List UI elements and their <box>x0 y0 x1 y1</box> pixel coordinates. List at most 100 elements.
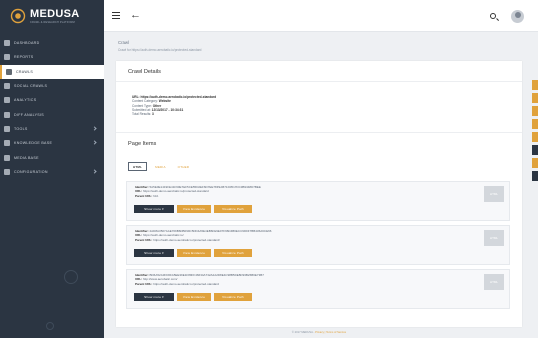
crawl-panel: Crawl Details URL: https://auth-demo.aer… <box>116 61 522 327</box>
sidebar-item-label: CONFIGURATION <box>14 169 48 174</box>
url-label: URL: <box>135 233 143 238</box>
submitted-at: 12/13/2017 - 10:34:31 <box>151 107 184 112</box>
page-title: Crawl <box>118 40 129 45</box>
divider <box>116 81 522 82</box>
footer: © 2017 MEDUSA - Privacy | Terms of Servi… <box>116 331 522 334</box>
item-filters: HTML MEDIA OTHER <box>128 162 194 171</box>
decorative-ring <box>64 270 78 284</box>
identifier-label: Identifier: <box>135 273 149 277</box>
sidebar-item-label: MEDIA BASE <box>14 155 39 160</box>
footer-copyright: © 2017 MEDUSA - <box>291 331 316 334</box>
url-label: URL: <box>135 189 143 194</box>
brand-name: MEDUSA <box>30 7 80 20</box>
sidebar-item-label: DASHBOARD <box>14 41 40 46</box>
view-evidence-button[interactable]: View Evidence <box>177 205 211 213</box>
rail-widget[interactable] <box>532 106 538 116</box>
menu-toggle-icon[interactable] <box>112 12 120 19</box>
sidebar-item-label: SOCIAL CRAWLS <box>14 84 48 89</box>
footer-link[interactable]: Privacy | Terms of Service <box>315 331 346 334</box>
sidebar-item-configuration[interactable]: CONFIGURATION <box>0 165 104 179</box>
rail-widget[interactable] <box>532 132 538 142</box>
item-actions: Show more ▾ View Evidence Visualize Path <box>134 293 252 301</box>
item-parent-url: N/A <box>153 193 159 198</box>
rail-widget[interactable] <box>532 158 538 168</box>
sidebar: MEDUSA CRAWL & RESEARCH PLATFORM DASHBOA… <box>0 0 104 338</box>
visualize-path-button[interactable]: Visualize Path <box>214 293 252 301</box>
total-label: Total Results: <box>132 112 152 117</box>
filter-media[interactable]: MEDIA <box>151 162 170 171</box>
sidebar-item-diff-analysis[interactable]: DIFF ANALYSIS <box>0 107 104 121</box>
item-url: https://auth-demo.aerobatic.io/ <box>143 233 184 238</box>
wrench-icon <box>4 125 10 132</box>
sidebar-item-label: CRAWLS <box>16 69 34 74</box>
item-identifier: 5A5E0E1419FE41F60E7EF5CE55D2EF6D7EE78F9A… <box>149 185 261 189</box>
sidebar-menu: DASHBOARD REPORTS CRAWLS SOCIAL CRAWLS A… <box>0 36 104 179</box>
item-parent-url: https://auth-demo.aerobatic.io/protected… <box>153 281 219 286</box>
item-thumbnail[interactable]: HTML <box>484 230 504 246</box>
rail-widget[interactable] <box>532 171 538 181</box>
crawl-details: URL: https://auth-demo.aerobatic.io/prot… <box>132 95 216 116</box>
view-evidence-button[interactable]: View Evidence <box>177 249 211 257</box>
crawl-details-heading: Crawl Details <box>128 69 161 75</box>
book-icon <box>4 140 10 147</box>
sidebar-item-crawls[interactable]: CRAWLS <box>0 64 104 79</box>
item-identifier: 2AD8A3507AAE709B6DB099C5DD4A5E4EB6FE9E07… <box>149 229 272 233</box>
brand-tagline: CRAWL & RESEARCH PLATFORM <box>30 20 75 24</box>
sidebar-item-media-base[interactable]: MEDIA BASE <box>0 150 104 164</box>
back-arrow-icon[interactable]: ← <box>130 10 141 21</box>
logo[interactable]: MEDUSA CRAWL & RESEARCH PLATFORM <box>0 0 104 32</box>
page-subtitle: Crawl for https://auth-demo.aerobatic.io… <box>118 48 202 52</box>
topbar: ← <box>104 0 538 32</box>
show-more-button[interactable]: Show more ▾ <box>134 293 174 301</box>
item-actions: Show more ▾ View Evidence Visualize Path <box>134 249 252 257</box>
rail-widget[interactable] <box>532 93 538 103</box>
visualize-path-button[interactable]: Visualize Path <box>214 249 252 257</box>
list-item: Identifier: 2AD8A3507AAE709B6DB099C5DD4A… <box>126 225 510 265</box>
list-item: Identifier: 5A5E0E1419FE41F60E7EF5CE55D2… <box>126 181 510 221</box>
sidebar-item-analytics[interactable]: ANALYTICS <box>0 93 104 107</box>
medusa-logo-icon <box>10 8 26 24</box>
list-item: Identifier: BD6A52A3FD6FA5EE39E1F89FF466… <box>126 269 510 309</box>
search-icon <box>4 97 10 104</box>
search-icon[interactable] <box>490 13 496 19</box>
sidebar-item-reports[interactable]: REPORTS <box>0 50 104 64</box>
item-parent-url: https://auth-demo.aerobatic.io/protected… <box>153 237 220 242</box>
view-evidence-button[interactable]: View Evidence <box>177 293 211 301</box>
page-items-heading: Page Items <box>128 141 157 147</box>
chevron-right-icon <box>92 140 97 145</box>
parent-label: Parent URL: <box>135 237 153 242</box>
sidebar-item-dashboard[interactable]: DASHBOARD <box>0 36 104 50</box>
avatar[interactable] <box>511 10 524 23</box>
item-url: https://auth-demo.aerobatic.io/protected… <box>143 189 209 194</box>
identifier-label: Identifier: <box>135 229 149 233</box>
chart-icon <box>4 54 10 61</box>
item-identifier: BD6A52A3FD6FA5EE39E1F89FF46634A732A2A2D8… <box>149 273 264 277</box>
gear-icon <box>4 168 10 175</box>
chevron-right-icon <box>92 169 97 174</box>
sidebar-item-social-crawls[interactable]: SOCIAL CRAWLS <box>0 79 104 93</box>
share-icon <box>4 83 10 90</box>
item-url: http://www.aerobatic.com/ <box>143 277 178 282</box>
visualize-path-button[interactable]: Visualize Path <box>214 205 252 213</box>
show-more-button[interactable]: Show more ▾ <box>134 205 174 213</box>
item-info: Identifier: BD6A52A3FD6FA5EE39E1F89FF466… <box>135 273 264 286</box>
item-thumbnail[interactable]: HTML <box>484 186 504 202</box>
total-results: 3 <box>152 112 154 117</box>
sidebar-item-label: DIFF ANALYSIS <box>14 112 44 117</box>
identifier-label: Identifier: <box>135 185 149 189</box>
sidebar-item-knowledge-base[interactable]: KNOWLEDGE BASE <box>0 136 104 150</box>
filter-html[interactable]: HTML <box>128 162 148 171</box>
sidebar-item-label: ANALYTICS <box>14 98 37 103</box>
rail-widget[interactable] <box>532 119 538 129</box>
rail-widget[interactable] <box>532 145 538 155</box>
sidebar-item-label: TOOLS <box>14 126 28 131</box>
item-info: Identifier: 2AD8A3507AAE709B6DB099C5DD4A… <box>135 229 271 242</box>
item-thumbnail[interactable]: HTML <box>484 274 504 290</box>
show-more-button[interactable]: Show more ▾ <box>134 249 174 257</box>
parent-label: Parent URL: <box>135 281 153 286</box>
sidebar-item-tools[interactable]: TOOLS <box>0 122 104 136</box>
decorative-dot <box>46 322 54 330</box>
rail-widget[interactable] <box>532 80 538 90</box>
sidebar-item-label: REPORTS <box>14 55 34 60</box>
filter-other[interactable]: OTHER <box>173 162 194 171</box>
